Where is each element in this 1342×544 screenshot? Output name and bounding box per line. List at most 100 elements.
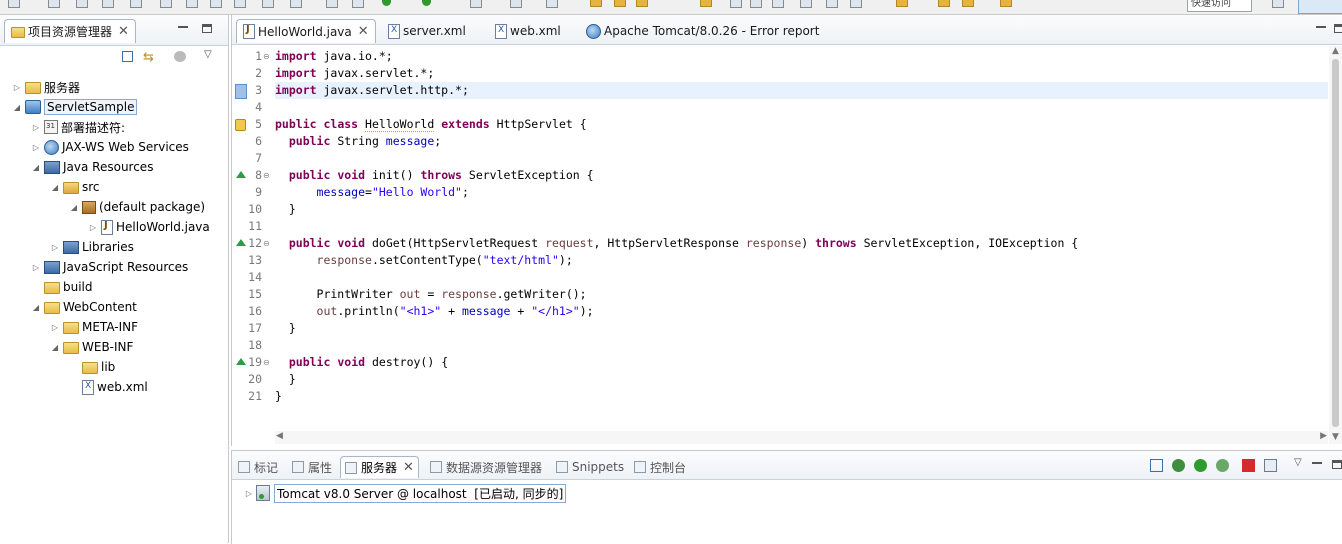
code-line[interactable]: }	[275, 201, 296, 218]
expand-twisty-icon[interactable]: ▷	[31, 143, 41, 152]
back-icon[interactable]	[938, 0, 950, 7]
toolbar-icon[interactable]	[262, 0, 274, 8]
code-line[interactable]: import java.io.*;	[275, 48, 393, 65]
code-line[interactable]: public void init() throws ServletExcepti…	[275, 167, 594, 184]
bottom-tab[interactable]: 控制台	[630, 456, 690, 478]
code-line[interactable]: }	[275, 320, 296, 337]
tab-project-explorer[interactable]: 项目资源管理器 ✕	[4, 19, 136, 43]
toolbar-icon[interactable]	[826, 0, 838, 8]
override-marker-icon[interactable]	[236, 171, 246, 178]
toolbar-icon[interactable]	[510, 0, 522, 8]
toolbar-icon[interactable]	[700, 0, 712, 7]
debug-server-icon[interactable]	[1172, 459, 1185, 472]
scroll-down-icon[interactable]: ▼	[1332, 432, 1339, 442]
bottom-tab[interactable]: 属性	[288, 456, 336, 478]
server-entry[interactable]: Tomcat v8.0 Server @ localhost [已启动, 同步的…	[274, 483, 567, 503]
collapse-twisty-icon[interactable]: ◢	[31, 163, 41, 172]
expand-twisty-icon[interactable]: ▷	[50, 243, 60, 252]
expand-twisty-icon[interactable]: ▷	[50, 323, 60, 332]
expand-twisty-icon[interactable]: ▷	[31, 263, 41, 272]
code-line[interactable]: import javax.servlet.*;	[275, 65, 434, 82]
view-menu-icon[interactable]: ▽	[204, 49, 212, 60]
open-folder-icon[interactable]	[590, 0, 602, 7]
run-icon[interactable]	[422, 0, 431, 6]
bottom-tab[interactable]: 标记	[234, 456, 282, 478]
code-line[interactable]: public class HelloWorld extends HttpServ…	[275, 116, 587, 133]
code-editor[interactable]: import java.io.*; import javax.servlet.*;…	[275, 46, 1328, 432]
link-with-editor-icon[interactable]: ⇆	[143, 50, 154, 65]
code-line[interactable]: response.setContentType("text/html");	[275, 252, 573, 269]
code-line[interactable]: import javax.servlet.http.*;	[275, 82, 1328, 99]
tree-item[interactable]: ▷ JAX-WS Web Services	[31, 137, 189, 157]
forward-icon[interactable]	[962, 0, 974, 7]
toolbar-icon[interactable]	[800, 0, 812, 8]
fold-toggle-icon[interactable]: ⊖	[263, 167, 270, 184]
tree-item[interactable]: web.xml	[69, 377, 148, 397]
expand-twisty-icon[interactable]: ▷	[244, 489, 254, 498]
tree-item[interactable]: ▷ 部署描述符:	[31, 117, 125, 137]
stop-server-icon[interactable]	[1242, 459, 1255, 472]
server-row[interactable]: ▷ Tomcat v8.0 Server @ localhost [已启动, 同…	[244, 483, 567, 503]
save-icon[interactable]	[48, 0, 60, 8]
start-server-icon[interactable]	[1194, 459, 1207, 472]
toolbar-icon[interactable]	[470, 0, 482, 8]
fold-toggle-icon[interactable]: ⊖	[263, 48, 270, 65]
tree-item[interactable]: ▷ Libraries	[50, 237, 134, 257]
collapse-all-icon[interactable]	[1150, 459, 1163, 472]
expand-twisty-icon[interactable]: ▷	[88, 223, 98, 232]
bottom-tab[interactable]: Snippets	[552, 456, 628, 478]
expand-twisty-icon[interactable]: ▷	[12, 83, 22, 92]
fold-toggle-icon[interactable]: ⊖	[263, 354, 270, 371]
tree-item[interactable]: ◢ ServletSample	[12, 97, 138, 117]
code-line[interactable]: PrintWriter out = response.getWriter();	[275, 286, 587, 303]
toolbar-icon[interactable]	[636, 0, 648, 7]
toolbar-icon[interactable]	[210, 0, 222, 8]
toolbar-icon[interactable]	[290, 0, 302, 8]
toolbar-icon[interactable]	[850, 0, 862, 8]
debug-icon[interactable]	[382, 0, 391, 6]
warning-marker-icon[interactable]	[235, 119, 246, 131]
profile-server-icon[interactable]	[1216, 459, 1229, 472]
minimize-icon[interactable]	[1316, 24, 1326, 28]
toolbar-icon[interactable]	[546, 0, 558, 8]
code-line[interactable]: public void destroy() {	[275, 354, 448, 371]
horizontal-scrollbar[interactable]: ◀ ▶	[275, 431, 1328, 444]
tree-item[interactable]: ◢ Java Resources	[31, 157, 154, 177]
publish-icon[interactable]	[1264, 459, 1277, 472]
toolbar-icon[interactable]	[750, 0, 762, 8]
expand-twisty-icon[interactable]: ▷	[31, 123, 41, 132]
search-icon[interactable]	[130, 0, 142, 8]
close-icon[interactable]: ✕	[403, 460, 414, 475]
code-line[interactable]: public void doGet(HttpServletRequest req…	[275, 235, 1078, 252]
new-icon[interactable]	[8, 0, 20, 8]
tree-item[interactable]: ◢ src	[50, 177, 100, 197]
close-icon[interactable]: ✕	[358, 24, 369, 39]
code-line[interactable]: out.println("<h1>" + message + "</h1>");	[275, 303, 594, 320]
toolbar-icon[interactable]	[614, 0, 626, 7]
toolbar-icon[interactable]	[186, 0, 198, 8]
bottom-tab[interactable]: 数据源资源管理器	[426, 456, 546, 478]
fold-toggle-icon[interactable]: ⊖	[263, 235, 270, 252]
editor-tab[interactable]: web.xml	[489, 19, 567, 43]
toolbar-icon[interactable]	[160, 0, 172, 8]
override-marker-icon[interactable]	[236, 239, 246, 246]
collapse-twisty-icon[interactable]: ◢	[69, 203, 79, 212]
collapse-twisty-icon[interactable]: ◢	[31, 303, 41, 312]
tree-item[interactable]: ▷ META-INF	[50, 317, 138, 337]
code-line[interactable]: public String message;	[275, 133, 441, 150]
tree-item[interactable]: ◢ (default package)	[69, 197, 205, 217]
maximize-icon[interactable]	[202, 24, 212, 33]
editor-tab[interactable]: server.xml	[382, 19, 472, 43]
tree-item[interactable]: ◢ WebContent	[31, 297, 137, 317]
tree-item[interactable]: ▷ 服务器	[12, 77, 80, 97]
scroll-up-icon[interactable]: ▲	[1332, 46, 1339, 56]
toolbar-icon[interactable]	[772, 0, 784, 8]
editor-tab[interactable]: HelloWorld.java ✕	[236, 19, 376, 43]
quick-access-input[interactable]: 快速访问	[1187, 0, 1252, 12]
filter-icon[interactable]	[174, 51, 186, 62]
code-line[interactable]: }	[275, 388, 282, 405]
tree-item[interactable]: ▷ HelloWorld.java	[88, 217, 210, 237]
collapse-all-icon[interactable]	[122, 51, 133, 62]
toolbar-icon[interactable]	[326, 0, 338, 8]
vertical-scrollbar[interactable]: ▲ ▼	[1329, 46, 1342, 444]
